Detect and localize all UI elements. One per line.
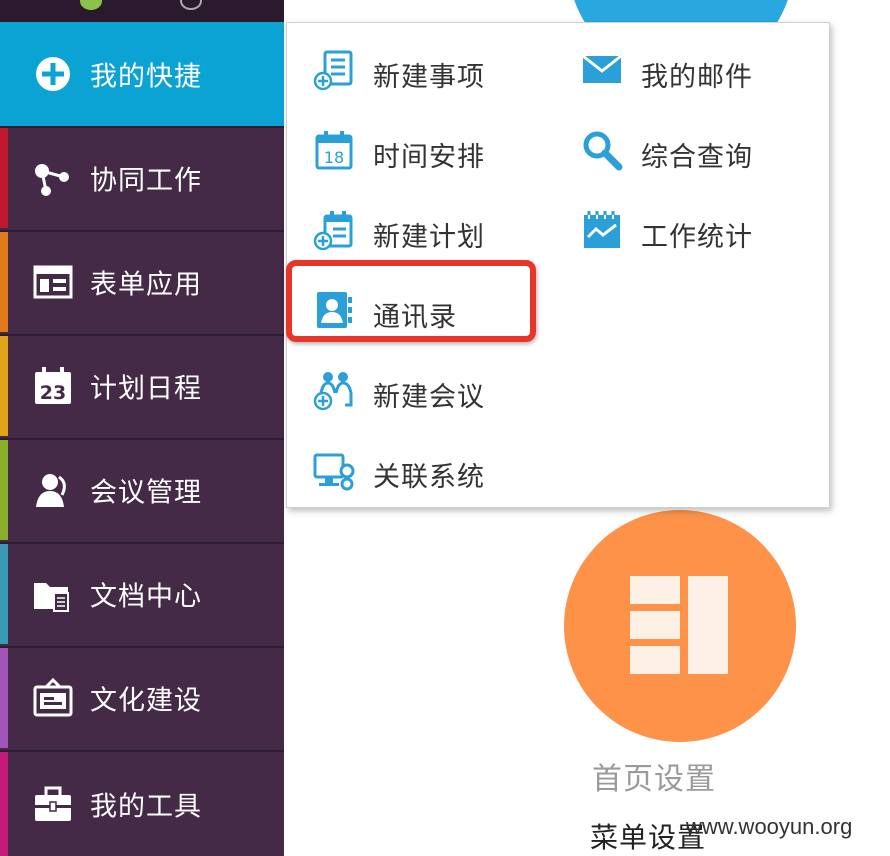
- menu-item-time-schedule[interactable]: 18 时间安排: [313, 125, 533, 175]
- home-settings-label[interactable]: 首页设置: [592, 754, 716, 798]
- mail-icon: [582, 54, 622, 83]
- sidebar-item-meeting-management[interactable]: 会议管理: [0, 438, 284, 540]
- menu-item-new-plan[interactable]: 新建计划: [313, 205, 533, 255]
- calendar-23-icon: 23: [35, 367, 71, 404]
- form-window-icon: [33, 265, 73, 299]
- menu-item-new-item[interactable]: 新建事项: [313, 45, 533, 95]
- menu-item-linked-system[interactable]: 关联系统: [313, 445, 533, 495]
- svg-text:18: 18: [324, 148, 344, 167]
- menu-item-label: 新建计划: [373, 222, 485, 253]
- new-plan-icon: [313, 211, 353, 251]
- menu-item-new-meeting[interactable]: 新建会议: [313, 365, 533, 415]
- sidebar-item-label: 协同工作: [90, 165, 202, 197]
- share-nodes-icon: [35, 164, 69, 196]
- menu-item-label: 关联系统: [373, 462, 485, 493]
- sidebar-item-my-tools[interactable]: 我的工具: [0, 750, 284, 856]
- toolbox-icon: [35, 786, 71, 821]
- menu-item-my-mail[interactable]: 我的邮件: [581, 45, 801, 95]
- sidebar-item-label: 文化建设: [90, 685, 202, 717]
- accent-stripe: [0, 544, 8, 644]
- calendar-18-icon: 18: [315, 131, 353, 170]
- svg-text:23: 23: [40, 382, 66, 404]
- menu-item-label: 新建会议: [373, 382, 485, 413]
- sidebar-item-label: 文档中心: [90, 581, 202, 613]
- menu-item-search[interactable]: 综合查询: [581, 125, 801, 175]
- sidebar-item-form-apps[interactable]: 表单应用: [0, 230, 284, 332]
- accent-stripe: [0, 128, 8, 228]
- sidebar-item-culture[interactable]: 文化建设: [0, 646, 284, 748]
- sidebar-top-bar: [0, 0, 284, 22]
- new-meeting-icon: [313, 372, 353, 411]
- sidebar-item-label: 表单应用: [90, 269, 202, 301]
- sidebar-item-my-shortcuts[interactable]: 我的快捷: [0, 22, 284, 126]
- accent-stripe: [0, 232, 8, 332]
- plus-circle-icon: [36, 57, 70, 91]
- meeting-user-icon: [36, 474, 66, 507]
- highlight-annotation: [286, 260, 536, 342]
- watermark: www.wooyun.org: [686, 814, 853, 839]
- sidebar-item-label: 我的工具: [90, 791, 202, 823]
- status-dot-icon[interactable]: [80, 0, 102, 10]
- work-stats-icon: [584, 211, 620, 248]
- search-icon: [583, 131, 623, 171]
- layout-settings-icon: [630, 576, 728, 674]
- sidebar-item-label: 会议管理: [90, 477, 202, 509]
- menu-item-work-stats[interactable]: 工作统计: [581, 205, 801, 255]
- menu-item-label: 我的邮件: [641, 62, 753, 93]
- sidebar-item-label: 我的快捷: [90, 61, 202, 93]
- new-item-icon: [313, 50, 353, 91]
- sidebar-item-label: 计划日程: [90, 373, 202, 405]
- accent-stripe: [0, 336, 8, 436]
- accent-stripe: [0, 648, 8, 748]
- home-settings-tile[interactable]: [564, 510, 796, 742]
- settings-dot-icon[interactable]: [180, 0, 202, 10]
- accent-stripe: [0, 752, 8, 856]
- menu-item-label: 新建事项: [373, 62, 485, 93]
- linked-system-icon: [313, 453, 355, 491]
- sidebar-item-document-center[interactable]: 文档中心: [0, 542, 284, 644]
- folder-doc-icon: [34, 583, 69, 612]
- sidebar-item-collaboration[interactable]: 协同工作: [0, 126, 284, 228]
- accent-stripe: [0, 440, 8, 540]
- bulletin-board-icon: [33, 677, 73, 717]
- menu-item-label: 工作统计: [641, 222, 753, 253]
- menu-item-label: 时间安排: [373, 142, 485, 173]
- sidebar: 我的快捷 协同工作 表单应用 23 计划日程 会议管理 文档中心 文化建设 我的…: [0, 0, 284, 856]
- menu-item-label: 综合查询: [641, 142, 753, 173]
- sidebar-item-schedule[interactable]: 23 计划日程: [0, 334, 284, 436]
